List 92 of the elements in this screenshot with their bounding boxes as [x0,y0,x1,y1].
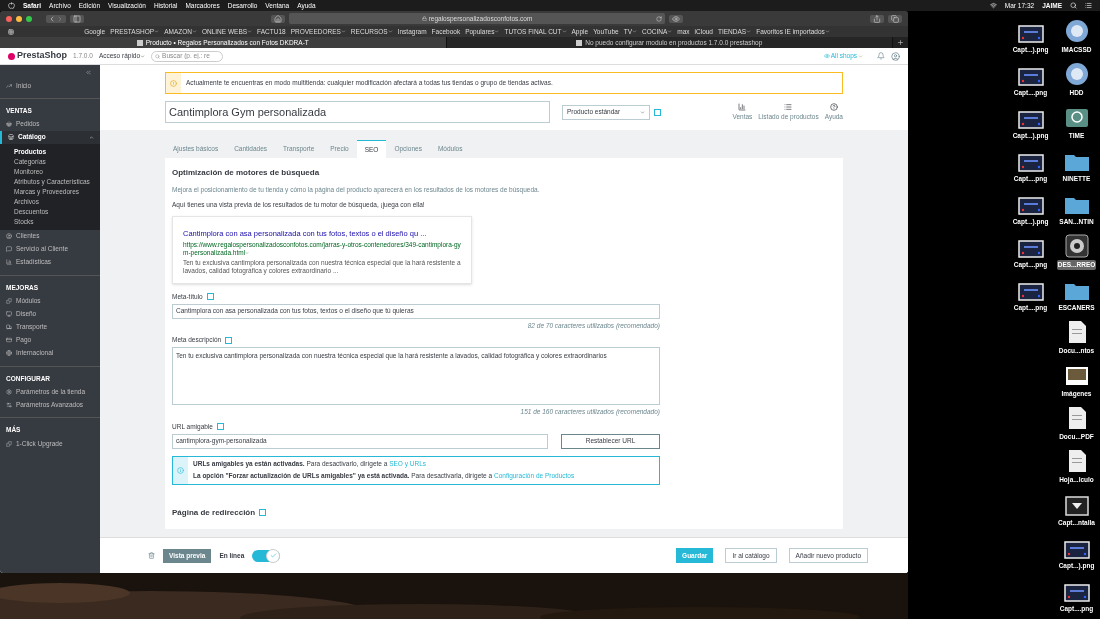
user-icon [6,233,12,240]
sidebar-icon [73,14,81,23]
disk-icon [1064,62,1089,87]
caret-icon[interactable] [89,134,94,140]
forward-icon[interactable] [56,14,64,23]
caret-icon [494,29,500,34]
user-icon[interactable] [891,51,900,61]
bell-icon[interactable] [877,52,885,60]
info-icon [177,466,184,474]
document-icon [1066,320,1087,345]
screenshot-thumbnail-icon [1063,584,1090,603]
section-heading: Página de redirección [172,506,836,519]
document-icon [1066,449,1087,474]
screenshot-thumbnail-icon [1017,154,1044,173]
truck-icon [6,324,12,330]
reload-icon[interactable] [656,15,662,22]
caret-icon [667,29,673,34]
help-icon[interactable] [216,423,224,431]
caret-icon [140,53,146,59]
store-icon [8,134,14,141]
sidebar-button[interactable] [70,14,84,23]
list-icon [784,102,793,111]
wifi-icon[interactable] [989,2,997,9]
section-heading: Optimización de motores de búsqueda [172,167,321,179]
globe-icon [6,350,12,356]
card-icon [6,337,12,343]
puzzle-icon [6,298,12,304]
screenshot-thumbnail-icon [1017,25,1044,44]
caret-icon [154,29,160,34]
monitor-icon [6,311,12,317]
basket-icon [6,121,12,128]
screenshot-thumbnail-icon [1017,283,1044,302]
logo[interactable]: PrestaShop [8,49,67,63]
online-toggle[interactable] [252,549,281,562]
backup-drive-icon [1064,107,1089,130]
utility-icon [1064,234,1089,259]
help-icon[interactable] [654,108,661,116]
folder-icon [1063,195,1090,216]
home-button[interactable] [271,14,285,23]
eye-icon [823,53,830,59]
collapse-icon[interactable] [85,69,92,76]
chat-icon [6,246,12,253]
check-icon [269,552,277,559]
share-button[interactable] [870,14,884,23]
trash-icon[interactable] [148,552,155,559]
caret-icon [191,29,197,34]
caret-icon [746,29,752,34]
warning-icon [170,79,177,87]
settings-icon [6,388,12,395]
screenshot-thumbnail-icon [1017,197,1044,216]
caret-icon [247,29,253,34]
settings-icon [6,401,12,408]
back-icon[interactable] [48,14,56,23]
tabs-overview-button[interactable] [888,14,902,23]
search-icon [155,53,161,59]
caret-icon [640,109,645,115]
lock-icon [421,16,427,21]
search-icon[interactable] [1070,2,1077,9]
screenshot-thumbnail-icon [1017,68,1044,87]
puzzle-icon [6,440,12,447]
share-icon [873,14,881,23]
folder-icon [1063,281,1090,302]
home-icon [274,14,282,23]
screenshot-thumbnail-icon [1017,111,1044,130]
caret-icon [824,29,830,34]
list-icon[interactable] [1085,2,1092,9]
caret-icon [561,29,567,34]
disk-icon [1064,19,1089,44]
help-icon [829,102,838,111]
apple-icon[interactable] [8,2,15,9]
reader-button[interactable] [669,14,683,23]
help-icon[interactable] [225,336,233,344]
product-name-field[interactable]: Cantimplora Gym personalizada [165,101,550,123]
document-icon [1066,406,1087,431]
caret-icon [632,29,637,34]
screenshot-thumbnail-icon [1063,541,1090,560]
screenshot-thumbnail-icon [1017,240,1044,259]
help-icon[interactable] [259,509,267,516]
caret-icon [858,53,863,59]
caret-icon [245,251,250,256]
grid-icon[interactable] [8,28,14,35]
chart-icon [6,259,12,266]
new-tab-icon[interactable] [897,39,904,46]
trend-icon [6,82,12,89]
photos-icon [1063,365,1090,388]
chart-icon [738,102,747,111]
caret-icon [387,29,393,34]
tabs-icon [891,14,899,23]
eye-icon [672,14,680,23]
help-icon[interactable] [206,293,214,301]
folder-icon [1063,152,1090,173]
caret-icon [340,29,346,34]
